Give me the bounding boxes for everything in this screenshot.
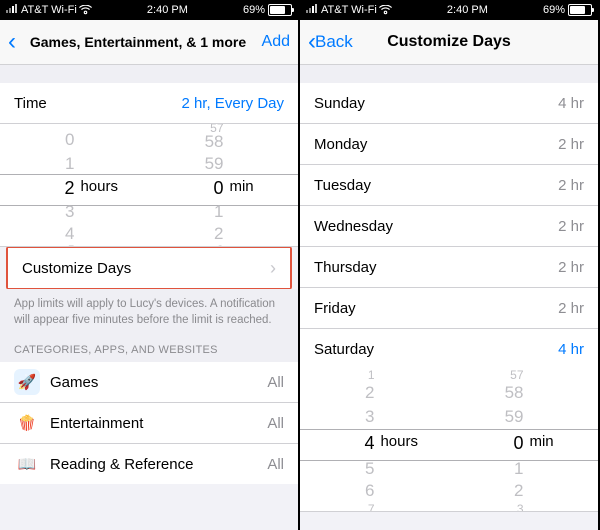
days-list: Sunday4 hrMonday2 hrTuesday2 hrWednesday… — [300, 83, 598, 369]
day-name: Tuesday — [314, 177, 558, 194]
clock: 2:40 PM — [392, 4, 543, 16]
time-value: 2 hr, Every Day — [181, 95, 284, 112]
category-icon: 📖 — [14, 451, 40, 477]
day-value: 2 hr — [558, 259, 584, 276]
category-name: Games — [50, 374, 267, 391]
day-name: Sunday — [314, 95, 558, 112]
signal-icon — [6, 4, 21, 16]
day-name: Friday — [314, 300, 558, 317]
screen-customize-days: AT&T Wi-Fi 2:40 PM 69% ‹Back Customize D… — [298, 0, 598, 530]
category-list: 🚀GamesAll🍿EntertainmentAll📖Reading & Ref… — [0, 362, 298, 484]
minutes-wheel[interactable]: 57 58 59 0 1 2 3 min — [449, 369, 598, 511]
day-value: 2 hr — [558, 177, 584, 194]
hours-wheel[interactable]: 1 2 3 4 5 6 7 hours — [300, 369, 449, 511]
day-name: Monday — [314, 136, 558, 153]
category-icon: 🍿 — [14, 410, 40, 436]
footnote: App limits will apply to Lucy's devices.… — [0, 289, 298, 340]
day-name: Saturday — [314, 341, 558, 358]
day-value: 2 hr — [558, 300, 584, 317]
wifi-icon — [379, 5, 392, 15]
min-unit: min — [229, 178, 253, 195]
day-name: Thursday — [314, 259, 558, 276]
chevron-right-icon: › — [270, 258, 276, 279]
min-unit: min — [529, 433, 553, 450]
day-value: 2 hr — [558, 218, 584, 235]
carrier: AT&T Wi-Fi — [21, 4, 77, 16]
hours-wheel[interactable]: 0 1 2 3 4 5 hours — [0, 124, 149, 246]
status-bar: AT&T Wi-Fi 2:40 PM 69% — [300, 0, 598, 20]
add-button[interactable]: Add — [262, 33, 290, 51]
hours-unit: hours — [380, 433, 418, 450]
wifi-icon — [79, 5, 92, 15]
section-header: CATEGORIES, APPS, AND WEBSITES — [0, 340, 298, 362]
time-label: Time — [14, 95, 181, 112]
day-row[interactable]: Friday2 hr — [300, 288, 598, 329]
day-name: Wednesday — [314, 218, 558, 235]
back-button[interactable]: ‹ — [8, 28, 15, 56]
category-icon: 🚀 — [14, 369, 40, 395]
back-button[interactable]: ‹Back — [308, 28, 353, 56]
battery-icon: 69% — [543, 4, 592, 16]
category-name: Entertainment — [50, 415, 267, 432]
minutes-wheel[interactable]: 57 58 59 0 1 2 3 min — [149, 124, 298, 246]
time-row[interactable]: Time 2 hr, Every Day — [0, 83, 298, 124]
nav-bar: ‹ Games, Entertainment, & 1 more Add — [0, 20, 298, 65]
battery-icon: 69% — [243, 4, 292, 16]
nav-bar: ‹Back Customize Days — [300, 20, 598, 65]
signal-icon — [306, 4, 321, 16]
category-name: Reading & Reference — [50, 456, 267, 473]
day-value: 4 hr — [558, 341, 584, 358]
day-value: 4 hr — [558, 95, 584, 112]
time-picker[interactable]: 1 2 3 4 5 6 7 hours 57 58 59 0 1 2 3 min — [300, 369, 598, 512]
day-row[interactable]: Tuesday2 hr — [300, 165, 598, 206]
day-row[interactable]: Monday2 hr — [300, 124, 598, 165]
page-title: Games, Entertainment, & 1 more — [22, 34, 254, 50]
day-row[interactable]: Thursday2 hr — [300, 247, 598, 288]
day-value: 2 hr — [558, 136, 584, 153]
category-row[interactable]: 📖 Reading & ReferenceAll — [0, 444, 298, 484]
hours-unit: hours — [80, 178, 118, 195]
day-row[interactable]: Sunday4 hr — [300, 83, 598, 124]
time-picker[interactable]: 0 1 2 3 4 5 hours 57 58 59 0 1 2 3 min — [0, 124, 298, 247]
category-value: All — [267, 456, 284, 473]
carrier: AT&T Wi-Fi — [321, 4, 377, 16]
day-row[interactable]: Wednesday2 hr — [300, 206, 598, 247]
category-row[interactable]: 🚀 GamesAll — [0, 362, 298, 403]
status-bar: AT&T Wi-Fi 2:40 PM 69% — [0, 0, 298, 20]
clock: 2:40 PM — [92, 4, 243, 16]
customize-days-row[interactable]: Customize Days › — [8, 248, 290, 288]
category-value: All — [267, 374, 284, 391]
day-row[interactable]: Saturday4 hr — [300, 329, 598, 369]
category-row[interactable]: 🍿 EntertainmentAll — [0, 403, 298, 444]
screen-app-limits: AT&T Wi-Fi 2:40 PM 69% ‹ Games, Entertai… — [0, 0, 298, 530]
category-value: All — [267, 415, 284, 432]
chevron-left-icon: ‹ — [8, 28, 16, 56]
